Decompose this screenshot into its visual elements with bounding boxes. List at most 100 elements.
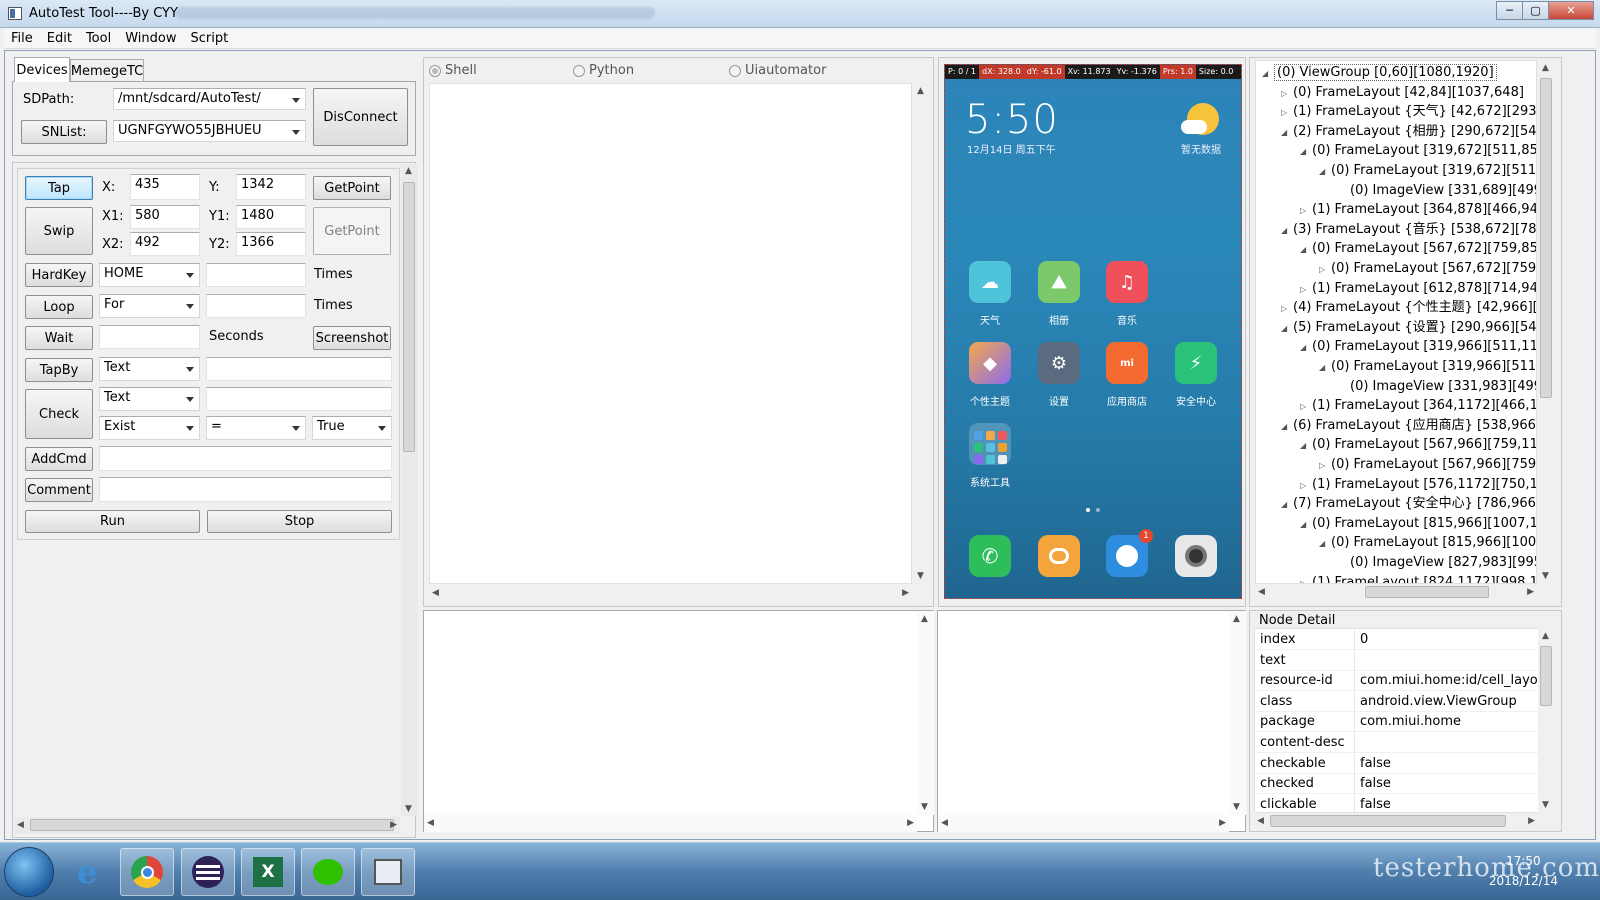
tree-node[interactable]: ▷(0) FrameLayout [567,966][759,1151]	[1319, 455, 1536, 475]
detail-row[interactable]: resource-id com.miui.home:id/cell_layout	[1256, 671, 1538, 692]
detail-row[interactable]: class android.view.ViewGroup	[1256, 691, 1538, 712]
detail-vscrollbar[interactable]: ▲ ▼	[1538, 628, 1555, 813]
loop-times-field[interactable]	[206, 294, 306, 318]
security-app-icon[interactable]: ⚡	[1175, 342, 1217, 384]
eclipse-icon[interactable]	[181, 848, 235, 896]
log-console[interactable]	[423, 610, 934, 832]
settings-app-icon[interactable]: ⚙	[1038, 342, 1080, 384]
swip-getpoint-button[interactable]: GetPoint	[313, 207, 391, 255]
tree-node[interactable]: ◢(0) FrameLayout [319,966][511,1151]	[1300, 337, 1536, 357]
detail-row[interactable]: text	[1256, 650, 1538, 671]
tree-node[interactable]: ▷(4) FrameLayout {个性主题} [42,966][293,12	[1281, 298, 1536, 318]
tree-node[interactable]: ◢(7) FrameLayout {安全中心} [786,966][1037,	[1281, 494, 1536, 514]
check-by-combo[interactable]: Text	[99, 387, 200, 411]
tree-node[interactable]: (0) ImageView [331,983][499,115	[1338, 377, 1536, 396]
log-vscrollbar[interactable]: ▲ ▼	[917, 611, 934, 815]
expanded-arrow-icon[interactable]: ◢	[1281, 123, 1293, 142]
sdpath-combo[interactable]: /mnt/sdcard/AutoTest/	[113, 88, 306, 110]
tree-node[interactable]: ▷(1) FrameLayout [824,1172][998,1236]	[1300, 573, 1536, 583]
detail-row[interactable]: content-desc	[1256, 733, 1538, 753]
device-screen[interactable]: P: 0 / 1 dX: 328.0 dY: -61.0 Xv: 11.873 …	[944, 64, 1242, 599]
loop-combo[interactable]: For	[99, 294, 200, 318]
swip-x2-field[interactable]: 492	[130, 232, 200, 256]
tree-node[interactable]: ◢ (0) FrameLayout [567,672][759,857]	[1300, 239, 1536, 258]
hierarchy-tree[interactable]: ◢ (0) ViewGroup [0,60][1080,1920] ▷ (0) Fra…	[1255, 60, 1537, 584]
loop-button[interactable]: Loop	[25, 295, 93, 319]
menu-tool[interactable]: Tool	[79, 31, 118, 46]
collapsed-arrow-icon[interactable]: ▷	[1281, 84, 1293, 103]
camera-icon[interactable]	[1175, 535, 1217, 577]
comment-field[interactable]	[99, 477, 392, 502]
detail-row[interactable]: checkable false	[1256, 753, 1538, 774]
hardkey-times-field[interactable]	[206, 263, 306, 287]
snlist-combo[interactable]: UGNFGYWO55JBHUEU	[113, 120, 306, 142]
collapsed-arrow-icon[interactable]: ▷	[1319, 456, 1331, 475]
tree-node[interactable]: ◢(5) FrameLayout {设置} [290,966][541,1236…	[1281, 318, 1536, 337]
tree-node[interactable]: ◢(0) FrameLayout [815,966][1007,115	[1319, 533, 1536, 552]
tree-node[interactable]: ◢ (0) FrameLayout [567,966][759,1151]	[1300, 435, 1536, 454]
tree-node[interactable]: ▷(1) FrameLayout [576,1172][750,1236]	[1300, 475, 1536, 494]
expanded-arrow-icon[interactable]: ◢	[1319, 162, 1331, 181]
swip-y2-field[interactable]: 1366	[236, 232, 306, 256]
check-cond-combo[interactable]: Exist	[99, 416, 200, 440]
autotest-icon[interactable]	[361, 848, 415, 896]
script-hscrollbar[interactable]: ◀ ▶	[429, 585, 912, 602]
addcmd-button[interactable]: AddCmd	[25, 447, 93, 471]
expanded-arrow-icon[interactable]: ◢	[1281, 495, 1293, 514]
tap-y-field[interactable]: 1342	[236, 174, 306, 200]
tree-node[interactable]: ▷(1) FrameLayout {天气} [42,672][293,942]	[1281, 102, 1536, 122]
tree-node[interactable]: ◢(2) FrameLayout {相册} [290,672][541,942]	[1281, 122, 1536, 142]
tapby-combo[interactable]: Text	[99, 357, 200, 381]
mode-shell-radio[interactable]: Shell	[429, 63, 477, 78]
tree-node[interactable]: ▷ (1) FrameLayout [612,878][714,942]	[1300, 279, 1536, 299]
start-button[interactable]	[4, 847, 54, 897]
excel-icon[interactable]: X	[241, 848, 295, 896]
swip-y1-field[interactable]: 1480	[236, 205, 306, 229]
hardkey-button[interactable]: HardKey	[25, 263, 93, 287]
tree-node[interactable]: ◢(0) FrameLayout [319,966][511,1151]	[1319, 357, 1536, 377]
collapsed-arrow-icon[interactable]: ▷	[1281, 103, 1293, 122]
tree-node[interactable]: ▷ (0) FrameLayout [42,84][1037,648]	[1281, 83, 1524, 102]
actions-hscrollbar[interactable]: ◀ ▶	[14, 817, 400, 834]
swip-button[interactable]: Swip	[25, 207, 93, 255]
theme-app-icon[interactable]: ◆	[969, 342, 1011, 384]
detail-row[interactable]: clickable false	[1256, 794, 1538, 812]
tapby-button[interactable]: TapBy	[25, 358, 93, 382]
expanded-arrow-icon[interactable]: ◢	[1319, 358, 1331, 377]
ie-icon[interactable]: e	[60, 848, 114, 896]
tapby-value-field[interactable]	[206, 357, 392, 381]
tree-node[interactable]: ▷ (1) FrameLayout [364,878][466,942]	[1300, 200, 1536, 219]
collapsed-arrow-icon[interactable]: ▷	[1300, 280, 1312, 299]
getpoint-button[interactable]: GetPoint	[313, 176, 391, 200]
collapsed-arrow-icon[interactable]: ▷	[1281, 299, 1293, 318]
hardkey-combo[interactable]: HOME	[99, 263, 200, 287]
tree-node[interactable]: ◢(0) FrameLayout [319,672][511,857]	[1319, 161, 1536, 181]
tree-node[interactable]: ◢(3) FrameLayout {音乐} [538,672][789,942]	[1281, 220, 1536, 240]
detail-row[interactable]: index 0	[1256, 630, 1538, 650]
tree-node[interactable]: ◢(0) FrameLayout [319,672][511,857]	[1300, 141, 1536, 161]
expanded-arrow-icon[interactable]: ◢	[1281, 221, 1293, 240]
tree-vscrollbar[interactable]: ▲ ▼	[1538, 60, 1555, 584]
expanded-arrow-icon[interactable]: ◢	[1262, 64, 1274, 83]
menu-script[interactable]: Script	[183, 31, 235, 46]
tab-memegetc[interactable]: MemegeTC	[70, 59, 144, 82]
collapsed-arrow-icon[interactable]: ▷	[1300, 574, 1312, 583]
expanded-arrow-icon[interactable]: ◢	[1300, 338, 1312, 357]
mode-uiautomator-radio[interactable]: Uiautomator	[729, 63, 826, 78]
addcmd-field[interactable]	[99, 446, 392, 471]
wait-seconds-field[interactable]	[99, 325, 200, 349]
tree-hscrollbar[interactable]: ◀ ▶	[1255, 584, 1537, 601]
menu-edit[interactable]: Edit	[40, 31, 79, 46]
expanded-arrow-icon[interactable]: ◢	[1281, 417, 1293, 436]
expanded-arrow-icon[interactable]: ◢	[1300, 515, 1312, 534]
check-op-combo[interactable]: =	[206, 416, 306, 440]
music-app-icon[interactable]: ♫	[1106, 261, 1148, 303]
tap-button[interactable]: Tap	[25, 176, 93, 200]
screenshot-button[interactable]: Screenshot	[313, 326, 391, 350]
tree-node[interactable]: (0) ImageView [331,689][499,857]	[1338, 181, 1536, 200]
script-vscrollbar[interactable]: ▲ ▼	[913, 83, 930, 584]
tools-folder-icon[interactable]	[969, 423, 1011, 465]
output-console[interactable]	[937, 610, 1246, 832]
expanded-arrow-icon[interactable]: ◢	[1300, 142, 1312, 161]
menu-window[interactable]: Window	[118, 31, 183, 46]
